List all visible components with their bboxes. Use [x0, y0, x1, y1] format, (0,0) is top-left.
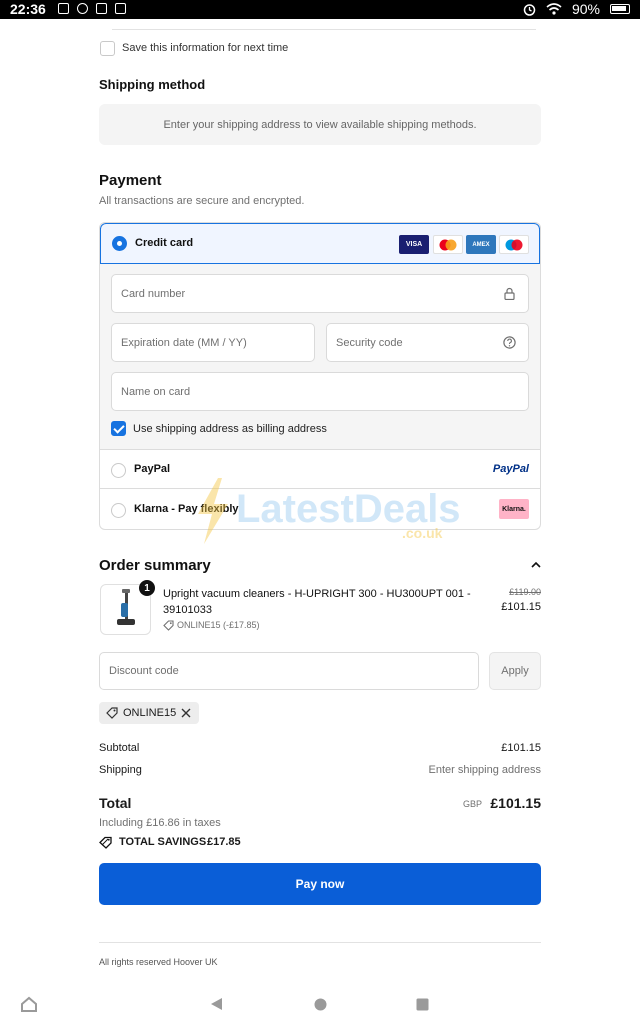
- home-assist-icon[interactable]: [20, 996, 38, 1012]
- visa-logo-icon: VISA: [399, 235, 429, 254]
- discount-code-input[interactable]: Discount code: [99, 652, 479, 690]
- status-right: 90%: [523, 1, 630, 17]
- subtotal-value: £101.15: [501, 742, 541, 754]
- divider: [112, 29, 536, 30]
- paypal-logo-icon: PayPal: [492, 463, 529, 475]
- currency-code: GBP: [463, 799, 483, 809]
- credit-card-option[interactable]: Credit card VISA AMEX: [100, 223, 540, 264]
- card-number-input[interactable]: Card number: [111, 274, 529, 313]
- save-info-label: Save this information for next time: [122, 42, 289, 54]
- card-number-placeholder: Card number: [121, 287, 186, 300]
- quantity-badge: 1: [139, 580, 155, 596]
- klarna-logo-icon: Klarna.: [499, 499, 529, 519]
- original-price: £119.00: [509, 587, 541, 597]
- product-name: Upright vacuum cleaners - H-UPRIGHT 300 …: [163, 588, 471, 616]
- recents-icon[interactable]: [416, 998, 429, 1011]
- pay-now-button[interactable]: Pay now: [99, 863, 541, 905]
- book-icon: [96, 3, 107, 14]
- alarm-icon: [523, 3, 536, 16]
- name-on-card-input[interactable]: Name on card: [111, 372, 529, 411]
- help-circle-icon[interactable]: [503, 336, 516, 349]
- maestro-logo-icon: [499, 235, 529, 254]
- credit-card-label: Credit card: [135, 237, 194, 249]
- chevron-up-icon[interactable]: [531, 561, 541, 569]
- battery-icon: [610, 4, 630, 14]
- total-savings-value: £17.85: [207, 836, 241, 848]
- remove-discount-icon[interactable]: [181, 708, 191, 718]
- apply-button[interactable]: Apply: [489, 652, 541, 690]
- status-bar: 22:36 90%: [0, 0, 640, 19]
- back-icon[interactable]: [210, 997, 223, 1011]
- mastercard-logo-icon: [433, 235, 463, 254]
- lock-icon: [504, 287, 515, 300]
- name-on-card-placeholder: Name on card: [121, 385, 191, 398]
- paypal-radio[interactable]: [111, 463, 126, 478]
- billing-address-label: Use shipping address as billing address: [133, 423, 327, 435]
- total-label: Total: [99, 795, 132, 811]
- klarna-label: Klarna - Pay flexibly: [134, 503, 239, 515]
- taxes-text: Including £16.86 in taxes: [99, 817, 221, 829]
- applied-discount-tag: ONLINE15: [99, 702, 199, 724]
- total-savings-label: TOTAL SAVINGS: [119, 836, 207, 848]
- product-discount: ONLINE15 (-£17.85): [177, 620, 260, 630]
- shipping-label: Shipping: [99, 764, 142, 776]
- security-code-input[interactable]: Security code: [326, 323, 529, 362]
- klarna-option[interactable]: Klarna - Pay flexibly Klarna.: [100, 489, 540, 529]
- credit-card-radio[interactable]: [112, 236, 127, 251]
- shipping-notice-text: Enter your shipping address to view avai…: [163, 118, 477, 131]
- payment-methods: Credit card VISA AMEX Card number Expira…: [99, 222, 541, 530]
- sync-icon: [77, 3, 88, 14]
- order-summary-title: Order summary: [99, 557, 211, 574]
- notification-icons: [58, 3, 126, 14]
- subtotal-label: Subtotal: [99, 742, 140, 754]
- tag-icon: [163, 620, 174, 631]
- discount-code-placeholder: Discount code: [109, 665, 179, 677]
- notification-icon: [115, 3, 126, 14]
- billing-address-checkbox[interactable]: [111, 421, 126, 436]
- home-icon[interactable]: [314, 998, 327, 1011]
- payment-subtitle: All transactions are secure and encrypte…: [99, 195, 305, 207]
- tag-icon: [106, 707, 118, 719]
- battery-percent: 90%: [571, 1, 600, 17]
- total-value: £101.15: [490, 795, 541, 811]
- applied-code-text: ONLINE15: [123, 707, 177, 719]
- expiration-date-input[interactable]: Expiration date (MM / YY): [111, 323, 315, 362]
- savings-tag-icon: [99, 836, 112, 849]
- expiration-placeholder: Expiration date (MM / YY): [121, 336, 247, 349]
- shipping-method-title: Shipping method: [99, 77, 206, 92]
- paypal-option[interactable]: PayPal PayPal: [100, 450, 540, 489]
- product-price: £101.15: [501, 601, 541, 613]
- wifi-icon: [546, 3, 562, 15]
- credit-card-form: Card number Expiration date (MM / YY) Se…: [100, 264, 540, 450]
- paypal-label: PayPal: [134, 463, 171, 475]
- payment-title: Payment: [99, 172, 162, 189]
- shipping-method-notice: Enter your shipping address to view avai…: [99, 104, 541, 145]
- status-time: 22:36: [10, 1, 46, 17]
- footer-divider: [99, 942, 541, 943]
- amex-logo-icon: AMEX: [466, 235, 496, 254]
- shipping-value: Enter shipping address: [428, 764, 541, 776]
- save-info-checkbox[interactable]: [100, 41, 115, 56]
- gallery-icon: [58, 3, 69, 14]
- klarna-radio[interactable]: [111, 503, 126, 518]
- security-code-placeholder: Security code: [336, 336, 403, 349]
- footer-text: All rights reserved Hoover UK: [99, 957, 218, 967]
